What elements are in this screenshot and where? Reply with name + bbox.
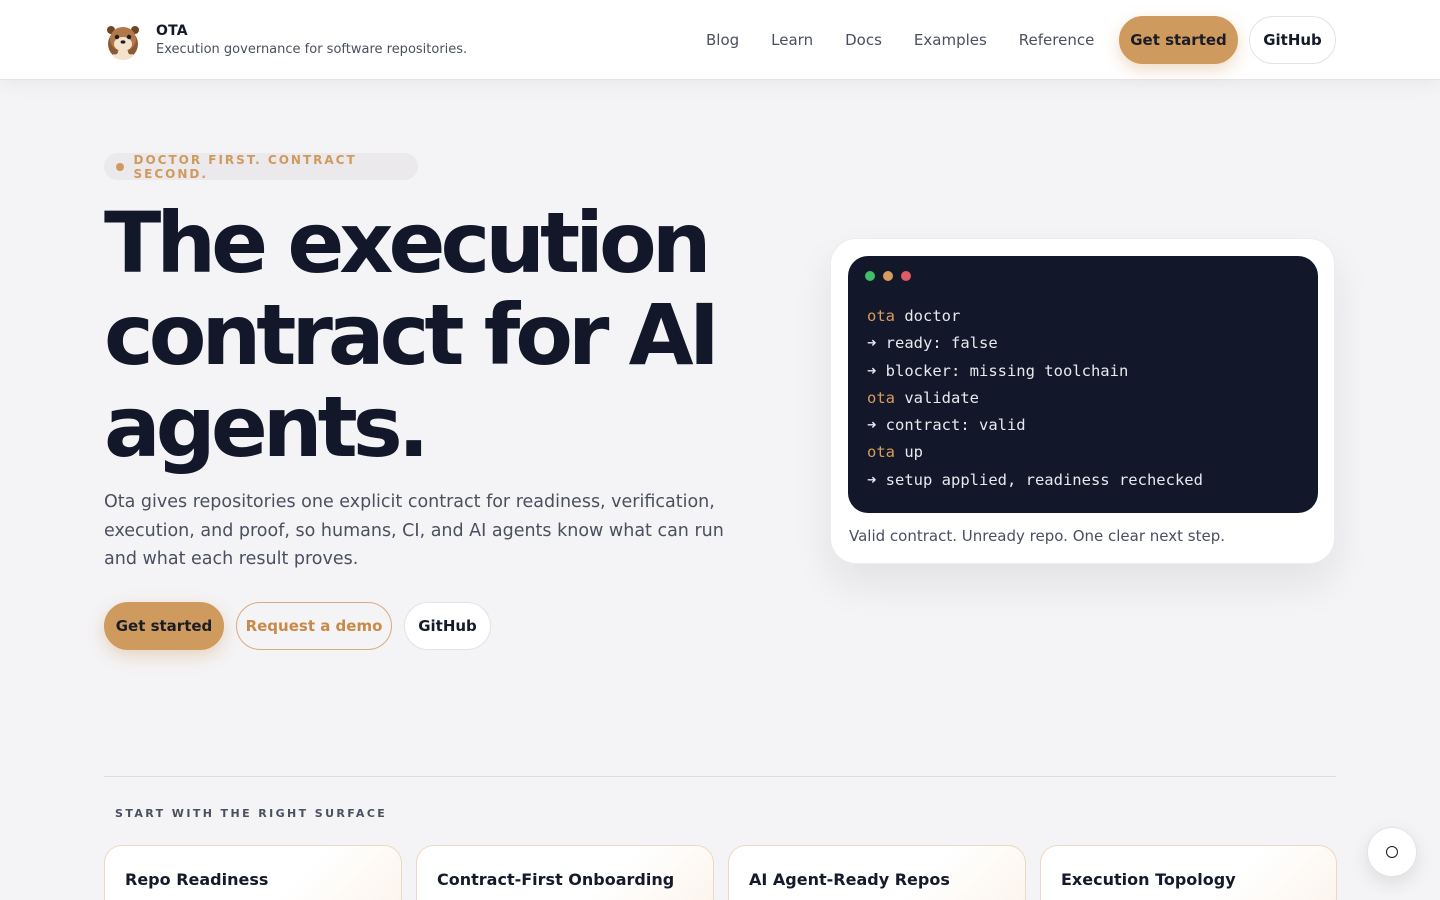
window-dot-red-icon [901,271,911,281]
terminal-line: ➜ contract: valid [867,412,1203,439]
nav-docs[interactable]: Docs [845,29,882,51]
eyebrow-dot-icon [116,162,124,171]
circle-icon [1386,846,1398,858]
brand-name: OTA [156,23,188,39]
brand-tagline: Execution governance for software reposi… [156,42,468,57]
surface-card-title: Contract-First Onboarding [437,870,675,889]
hero-title-line-2: contract for AI [104,286,720,384]
command-text: ➜ blocker: missing toolchain [867,361,1129,380]
command-prefix: ota [867,388,895,407]
eyebrow-badge: DOCTOR FIRST. CONTRACT SECOND. [104,152,418,181]
surface-card-execution-topology[interactable]: Execution Topology [1040,845,1337,900]
nav-learn[interactable]: Learn [771,29,813,51]
terminal-line: ota doctor [867,303,1203,330]
command-prefix: ota [867,307,895,325]
brand[interactable]: OTA Execution governance for software re… [105,19,467,61]
site-header: OTA Execution governance for software re… [0,0,1440,80]
otter-logo-icon [107,26,139,60]
header-get-started-button[interactable]: Get started [1119,16,1238,64]
window-dot-amber-icon [883,271,893,281]
eyebrow-text: DOCTOR FIRST. CONTRACT SECOND. [133,152,357,181]
command-text: up [895,443,923,462]
hero-github-button[interactable]: GitHub [404,602,491,650]
hero-title: The execution contract for AI agents. [104,197,744,473]
terminal-card: ota doctor ➜ ready: false ➜ blocker: missi… [830,238,1335,564]
terminal-window: ota doctor ➜ ready: false ➜ blocker: missi… [848,256,1318,513]
section-divider [104,776,1336,777]
window-dots [865,271,919,281]
command-text: doctor [895,307,961,325]
hero-get-started-button[interactable]: Get started [104,602,224,650]
command-prefix: ota [867,443,895,462]
nav-blog[interactable]: Blog [706,29,739,51]
command-text: validate [895,388,979,407]
surface-card-title: Repo Readiness [125,870,269,889]
hero-description: Ota gives repositories one explicit cont… [104,492,724,569]
terminal-line: ➜ blocker: missing toolchain [867,358,1203,385]
window-dot-green-icon [865,271,875,281]
terminal-caption: Valid contract. Unready repo. One clear … [849,527,1225,545]
hero-actions: Get started Request a demo GitHub [104,602,503,650]
hero-title-line-3: agents. [104,378,430,476]
surfaces-label: START WITH THE RIGHT SURFACE [115,807,388,820]
header-github-button[interactable]: GitHub [1249,16,1336,64]
surface-card-title: Execution Topology [1061,870,1236,889]
terminal-line: ➜ setup applied, readiness rechecked [867,467,1203,494]
terminal-line: ➜ ready: false [867,330,1203,357]
surface-card-repo-readiness[interactable]: Repo Readiness [104,845,402,900]
floating-action-button[interactable] [1367,827,1417,877]
surface-card-title: AI Agent-Ready Repos [749,870,950,889]
nav-reference[interactable]: Reference [1019,29,1095,51]
surface-cards: Repo Readiness Contract-First Onboarding… [104,845,1337,900]
surface-card-contract-first-onboarding[interactable]: Contract-First Onboarding [416,845,714,900]
terminal-line: ota validate [867,385,1203,412]
nav-examples[interactable]: Examples [914,29,987,51]
surface-card-ai-agent-ready-repos[interactable]: AI Agent-Ready Repos [728,845,1026,900]
terminal-line: ota up [867,439,1203,466]
hero-title-line-1: The execution [104,194,712,292]
command-text: ➜ ready: false [867,334,998,353]
terminal-output: ota doctor ➜ ready: false ➜ blocker: missi… [867,303,1203,494]
main-nav: Blog Learn Docs Examples Reference [706,29,1094,51]
command-text: ➜ contract: valid [867,416,1026,435]
command-text: ➜ setup applied, readiness rechecked [867,470,1203,489]
request-demo-button[interactable]: Request a demo [236,602,392,650]
